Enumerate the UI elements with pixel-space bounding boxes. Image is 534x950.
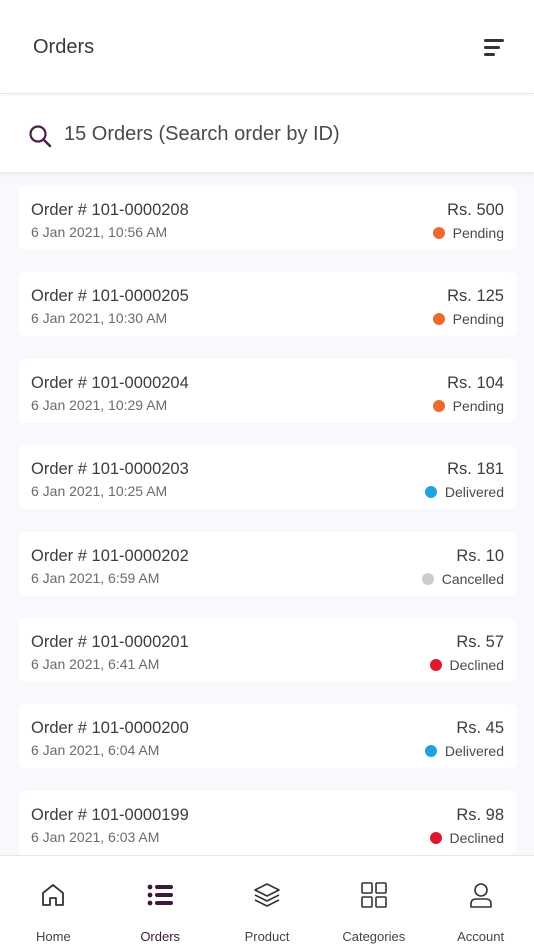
- status-label: Declined: [449, 657, 504, 673]
- bottom-navigation: Home Orders Product Categories Account: [0, 855, 534, 950]
- order-status: Pending: [432, 311, 504, 328]
- filter-sort-icon: [484, 39, 504, 56]
- nav-label: Orders: [140, 929, 181, 944]
- order-date: 6 Jan 2021, 6:59 AM: [31, 569, 160, 586]
- order-id: Order # 101-0000202: [31, 546, 189, 565]
- status-dot-icon: [424, 745, 437, 758]
- order-card[interactable]: Order # 101-0000203 6 Jan 2021, 10:25 AM R…: [19, 445, 516, 510]
- status-label: Pending: [452, 311, 504, 328]
- order-amount: Rs. 57: [456, 633, 504, 651]
- status-dot-icon: [432, 399, 445, 412]
- order-amount: Rs. 181: [447, 460, 504, 479]
- status-label: Delivered: [444, 743, 504, 760]
- order-card[interactable]: Order # 101-0000205 6 Jan 2021, 10:30 AM R…: [19, 272, 516, 337]
- search-icon[interactable]: [28, 124, 52, 148]
- status-dot-icon: [432, 313, 445, 326]
- status-label: Delivered: [444, 484, 504, 501]
- status-label: Cancelled: [441, 570, 504, 587]
- status-dot-icon: [432, 227, 445, 239]
- status-label: Declined: [449, 829, 504, 846]
- order-amount: Rs. 10: [456, 546, 504, 565]
- order-id: Order # 101-0000208: [31, 201, 189, 219]
- order-date: 6 Jan 2021, 10:29 AM: [31, 396, 168, 413]
- order-status: Delivered: [424, 743, 504, 760]
- order-status: Cancelled: [421, 570, 504, 587]
- orders-list: Order # 101-0000208 6 Jan 2021, 10:56 AM R…: [0, 172, 534, 855]
- app-header: Orders: [0, 0, 534, 94]
- order-date: 6 Jan 2021, 10:25 AM: [31, 483, 168, 500]
- status-label: Pending: [452, 397, 504, 414]
- order-id: Order # 101-0000201: [31, 633, 189, 651]
- nav-label: Account: [457, 929, 505, 944]
- order-date: 6 Jan 2021, 10:30 AM: [31, 310, 168, 327]
- status-dot-icon: [429, 659, 442, 671]
- order-date: 6 Jan 2021, 6:03 AM: [31, 828, 160, 845]
- grid-icon: [360, 882, 387, 908]
- order-date: 6 Jan 2021, 6:04 AM: [31, 742, 160, 759]
- order-amount: Rs. 45: [456, 719, 504, 738]
- order-date: 6 Jan 2021, 6:41 AM: [31, 656, 160, 672]
- order-card[interactable]: Order # 101-0000208 6 Jan 2021, 10:56 AM R…: [19, 186, 516, 250]
- order-card[interactable]: Order # 101-0000204 6 Jan 2021, 10:29 AM R…: [19, 358, 516, 423]
- order-card[interactable]: Order # 101-0000200 6 Jan 2021, 6:04 AM Rs…: [19, 704, 516, 769]
- search-input[interactable]: [64, 118, 504, 150]
- orders-screen: Orders Order # 101-0000208 6 Jan 2021, 10…: [0, 0, 534, 950]
- nav-item-home[interactable]: Home: [0, 856, 107, 950]
- status-dot-icon: [424, 486, 437, 499]
- status-dot-icon: [429, 831, 442, 844]
- order-date: 6 Jan 2021, 10:56 AM: [31, 224, 168, 240]
- order-card[interactable]: Order # 101-0000202 6 Jan 2021, 6:59 AM Rs…: [19, 531, 516, 596]
- order-id: Order # 101-0000200: [31, 719, 189, 738]
- order-id: Order # 101-0000199: [31, 805, 189, 824]
- order-status: Declined: [429, 657, 504, 673]
- filter-button[interactable]: [482, 36, 506, 60]
- order-status: Pending: [432, 225, 504, 241]
- nav-item-orders[interactable]: Orders: [107, 856, 214, 950]
- home-icon: [42, 884, 65, 906]
- order-status: Pending: [432, 397, 504, 414]
- order-amount: Rs. 98: [456, 805, 504, 824]
- nav-label: Categories: [342, 929, 406, 944]
- order-id: Order # 101-0000203: [31, 460, 189, 479]
- order-amount: Rs. 104: [447, 373, 504, 392]
- order-id: Order # 101-0000205: [31, 287, 189, 306]
- orders-list-icon: [147, 884, 174, 906]
- layers-icon: [254, 883, 280, 907]
- order-amount: Rs. 500: [447, 201, 504, 219]
- order-status: Delivered: [424, 484, 504, 501]
- search-bar: [0, 96, 534, 172]
- nav-item-categories[interactable]: Categories: [320, 856, 427, 950]
- nav-item-product[interactable]: Product: [214, 856, 321, 950]
- nav-label: Home: [36, 929, 71, 944]
- status-label: Pending: [452, 225, 504, 241]
- order-card[interactable]: Order # 101-0000201 6 Jan 2021, 6:41 AM Rs…: [19, 618, 516, 682]
- order-id: Order # 101-0000204: [31, 373, 189, 392]
- status-dot-icon: [421, 572, 434, 585]
- order-status: Declined: [429, 829, 504, 846]
- order-card[interactable]: Order # 101-0000199 6 Jan 2021, 6:03 AM Rs…: [19, 790, 516, 855]
- page-title: Orders: [33, 36, 95, 58]
- user-icon: [469, 883, 492, 908]
- order-amount: Rs. 125: [447, 287, 504, 306]
- nav-item-account[interactable]: Account: [427, 856, 534, 950]
- nav-label: Product: [244, 929, 290, 944]
